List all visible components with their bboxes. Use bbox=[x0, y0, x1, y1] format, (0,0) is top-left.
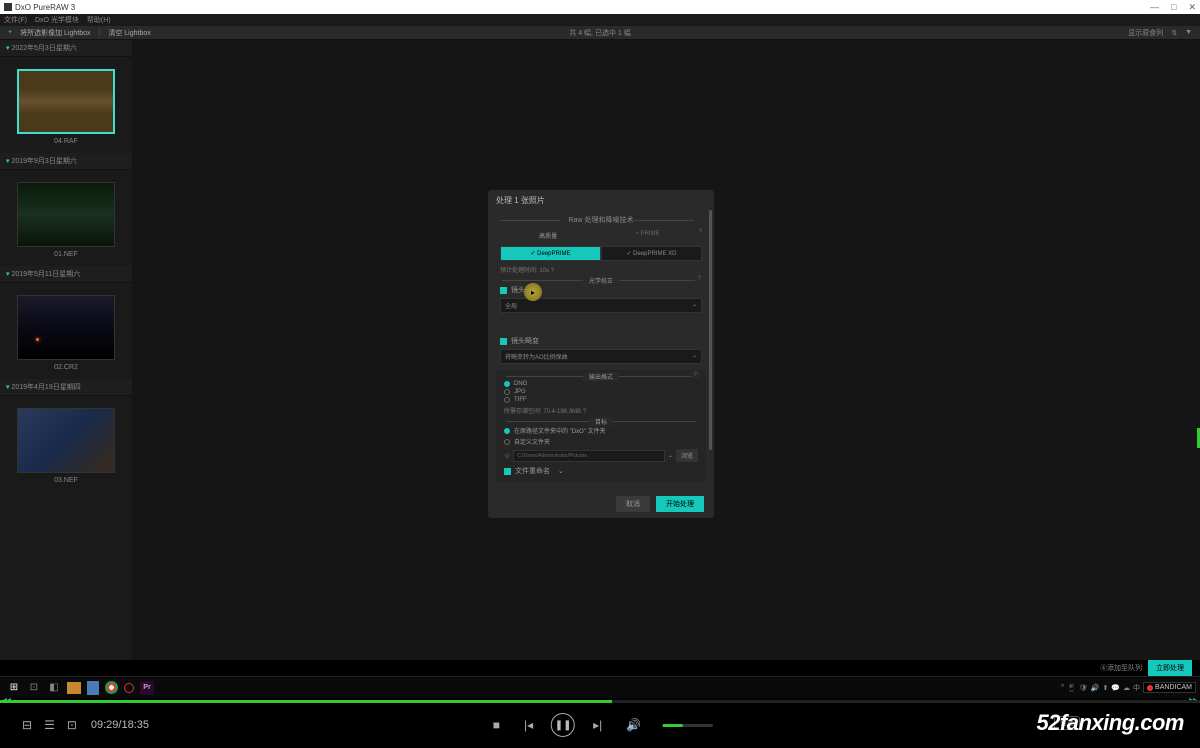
clear-lightbox[interactable]: 清空 Lightbox bbox=[108, 28, 150, 38]
video-player: ◂◂ ▸▸ ⊟ ☰ ⊡ 09:29/18:35 ■ |◂ ❚❚ ▸| 🔊 倍速 … bbox=[0, 698, 1200, 748]
menu-help[interactable]: 帮助(H) bbox=[87, 15, 111, 25]
premiere-icon[interactable]: Pr bbox=[140, 681, 154, 695]
format-jpg-radio[interactable] bbox=[504, 389, 510, 395]
playlist-icon[interactable]: ☰ bbox=[44, 718, 55, 732]
thumbnail-label: 03.NEF bbox=[8, 477, 124, 484]
browse-button[interactable]: 浏览 bbox=[676, 449, 698, 462]
lens-distortion-label: 镜头畸变 bbox=[511, 336, 539, 346]
stop-icon[interactable]: ■ bbox=[493, 718, 500, 732]
tray-icon[interactable]: 🛡 bbox=[1079, 684, 1088, 692]
star-icon: ☆ bbox=[504, 452, 510, 460]
thumbnail-sidebar: 2022年5月3日星期六 04.RAF 2019年9月3日星期六 01.NEF … bbox=[0, 40, 132, 660]
app-icon[interactable]: ◧ bbox=[47, 681, 61, 695]
quality-label-prime: + PRIME bbox=[599, 229, 695, 242]
section-dest: 目标 bbox=[589, 417, 613, 426]
thumbnail[interactable] bbox=[17, 182, 115, 247]
view-toggle[interactable]: 显示原食列 bbox=[1128, 28, 1163, 38]
window-titlebar: DxO PureRAW 3 — □ ✕ bbox=[0, 0, 1200, 14]
minimize-button[interactable]: — bbox=[1150, 2, 1159, 13]
process-now-button[interactable]: 立即处理 bbox=[1148, 660, 1192, 676]
tray-icon[interactable]: ^ bbox=[1061, 684, 1064, 691]
windows-taskbar: ⊞ ⊡ ◧ Pr ^ 📱 🛡 🔊 ⬆ 💬 ☁ 中 BANDICAM bbox=[0, 676, 1200, 698]
tray-icon[interactable]: 🔊 bbox=[1091, 684, 1100, 692]
group-header[interactable]: 2019年5月11日星期六 bbox=[0, 266, 132, 283]
app-icon bbox=[4, 3, 12, 11]
group-header[interactable]: 2022年5月3日星期六 bbox=[0, 40, 132, 57]
thumbnail[interactable] bbox=[17, 295, 115, 360]
volume-slider[interactable] bbox=[663, 724, 713, 727]
lens-distortion-checkbox[interactable] bbox=[500, 338, 507, 345]
quality-label-high: 高质量 bbox=[500, 229, 596, 242]
sort-icon[interactable]: ⇅ bbox=[1171, 29, 1177, 37]
explorer-icon[interactable] bbox=[67, 682, 81, 694]
record-icon[interactable] bbox=[124, 683, 134, 693]
maximize-button[interactable]: □ bbox=[1171, 2, 1176, 13]
path-input[interactable]: C:/Users/Administrator/Pictures bbox=[513, 450, 665, 462]
group-header[interactable]: 2019年4月19日星期四 bbox=[0, 379, 132, 396]
tray-icon[interactable]: 💬 bbox=[1111, 684, 1120, 692]
volume-icon[interactable]: 🔊 bbox=[626, 718, 641, 732]
status-text: 共 4 幅, 已选中 1 幅 bbox=[569, 28, 630, 38]
thumbnail-label: 04.RAF bbox=[8, 138, 124, 145]
rename-checkbox[interactable] bbox=[504, 468, 511, 475]
dest-dxo-radio[interactable] bbox=[504, 428, 510, 434]
help-icon[interactable]: ? bbox=[691, 372, 700, 378]
dialog-title: 处理 1 张照片 bbox=[488, 190, 714, 211]
close-button[interactable]: ✕ bbox=[1188, 2, 1196, 13]
group-header[interactable]: 2019年9月3日星期六 bbox=[0, 153, 132, 170]
start-button[interactable]: 开始处理 bbox=[656, 496, 704, 512]
next-icon[interactable]: ▸| bbox=[593, 718, 602, 732]
add-icon[interactable]: + bbox=[8, 29, 12, 36]
add-queue-button[interactable]: ④添加至队列 bbox=[1100, 663, 1142, 673]
size-estimate: 所需存储空间: 70.4-198.3MB ? bbox=[504, 406, 698, 415]
time-estimate: 预计处理时间: 10s ? bbox=[500, 265, 702, 274]
dialog-scrollbar[interactable] bbox=[709, 210, 712, 450]
section-output: 输出格式 bbox=[583, 372, 619, 381]
thumbnail[interactable] bbox=[17, 69, 115, 134]
section-raw: Raw 处理和降噪技术 bbox=[500, 215, 702, 225]
cancel-button[interactable]: 取消 bbox=[616, 496, 650, 512]
lens-sharpness-checkbox[interactable] bbox=[500, 287, 507, 294]
bandicam-widget[interactable]: BANDICAM bbox=[1143, 682, 1196, 693]
chrome-icon[interactable] bbox=[105, 681, 118, 694]
cursor-highlight: ▸ bbox=[524, 283, 542, 301]
open-icon[interactable]: ⊡ bbox=[67, 718, 77, 732]
menu-file[interactable]: 文件(F) bbox=[4, 15, 27, 25]
toolbar: + 将所选影像加 Lightbox | 清空 Lightbox 共 4 幅, 已… bbox=[0, 26, 1200, 40]
section-optical: 光学校正 bbox=[583, 276, 619, 285]
deepprime-xd-button[interactable]: ✓ DeepPRIME XD bbox=[601, 246, 702, 261]
tray-icon[interactable]: 中 bbox=[1133, 683, 1140, 693]
tray-icon[interactable]: 📱 bbox=[1067, 684, 1076, 692]
prev-icon[interactable]: |◂ bbox=[524, 718, 533, 732]
menu-optical[interactable]: DxO 光学模块 bbox=[35, 15, 79, 25]
thumbnail-label: 01.NEF bbox=[8, 251, 124, 258]
filter-icon[interactable]: ▼ bbox=[1185, 29, 1192, 36]
format-tiff-radio[interactable] bbox=[504, 397, 510, 403]
tray-icon[interactable]: ⬆ bbox=[1102, 684, 1108, 692]
taskview-icon[interactable]: ⊡ bbox=[27, 681, 41, 695]
start-button[interactable]: ⊞ bbox=[7, 681, 21, 695]
thumbnail-label: 02.CR2 bbox=[8, 364, 124, 371]
thumbnail[interactable] bbox=[17, 408, 115, 473]
tray-icon[interactable]: ☁ bbox=[1123, 684, 1130, 692]
dest-custom-radio[interactable] bbox=[504, 439, 510, 445]
window-title: DxO PureRAW 3 bbox=[15, 3, 75, 12]
deepprime-button[interactable]: ✓ DeepPRIME bbox=[500, 246, 601, 261]
prev-file-icon[interactable]: ⊟ bbox=[22, 718, 32, 732]
time-display: 09:29/18:35 bbox=[91, 719, 149, 731]
process-dialog: 处理 1 张照片 Raw 处理和降噪技术 高质量 + PRIME ? ✓ Dee… bbox=[488, 190, 714, 518]
add-to-lightbox[interactable]: 将所选影像加 Lightbox bbox=[20, 28, 90, 38]
rename-label: 文件重命名 bbox=[515, 466, 550, 476]
watermark: 52fanxing.com bbox=[1036, 710, 1184, 736]
format-dng-radio[interactable] bbox=[504, 381, 510, 387]
progress-bar[interactable] bbox=[0, 700, 1200, 703]
app-icon[interactable] bbox=[87, 681, 99, 695]
distortion-dropdown[interactable]: 将畸变转为AO比例保曲⌄ bbox=[500, 349, 702, 364]
help-icon[interactable]: ? bbox=[695, 276, 704, 282]
chevron-down-icon[interactable]: ⌄ bbox=[558, 467, 564, 475]
pause-button[interactable]: ❚❚ bbox=[551, 713, 575, 737]
menubar: 文件(F) DxO 光学模块 帮助(H) bbox=[0, 14, 1200, 26]
